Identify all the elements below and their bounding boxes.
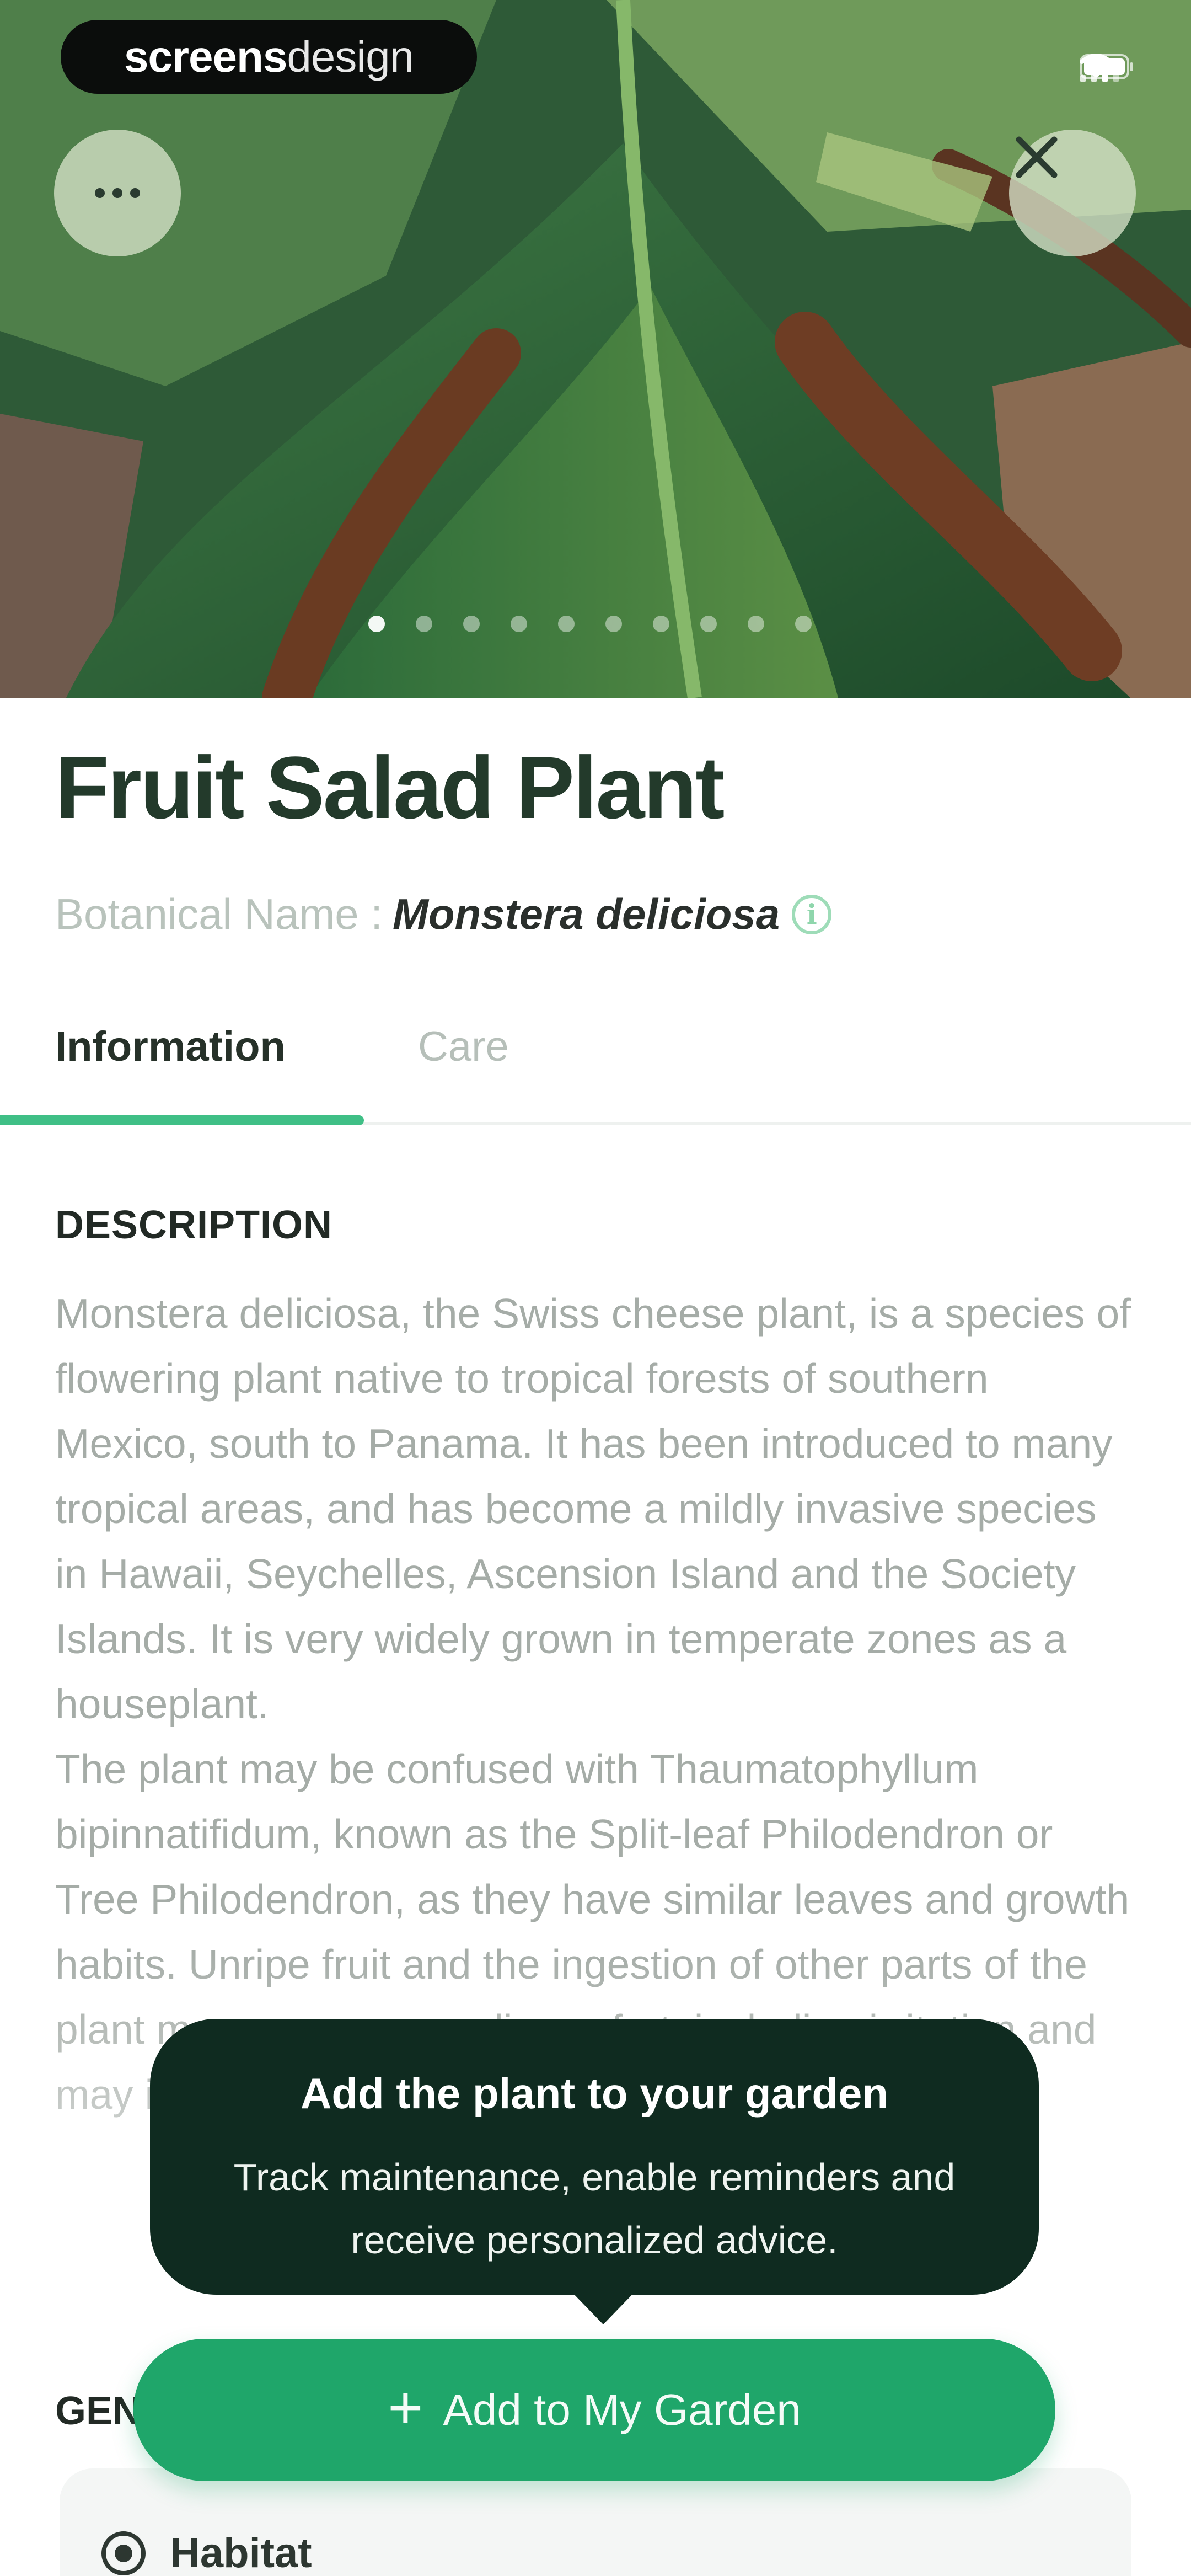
pager-dot[interactable] (605, 616, 622, 632)
add-to-garden-tooltip: Add the plant to your garden Track maint… (150, 2019, 1039, 2295)
photo-pager-dots[interactable] (368, 616, 812, 632)
status-bar (1080, 53, 1133, 86)
plant-detail-screen: screens design Fruit Salad Plant Botanic… (0, 0, 1191, 2576)
plant-photo (0, 0, 1191, 698)
habitat-label: Habitat (170, 2530, 312, 2576)
add-to-garden-label: Add to My Garden (443, 2385, 801, 2434)
botanical-name-row: Botanical Name : Monstera deliciosa i (55, 889, 832, 939)
detail-tabs: Information Care (0, 1004, 1191, 1125)
pager-dot[interactable] (700, 616, 717, 632)
close-icon (1016, 136, 1058, 178)
general-heading: GEN (55, 2389, 142, 2433)
plant-photo-carousel[interactable]: screens design (0, 0, 1191, 698)
pager-dot[interactable] (511, 616, 527, 632)
pager-dot[interactable] (795, 616, 812, 632)
tab-care[interactable]: Care (418, 1026, 509, 1068)
watermark-bold-text: screens (124, 32, 287, 81)
more-options-button[interactable] (54, 130, 181, 256)
pager-dot[interactable] (416, 616, 432, 632)
plant-common-name: Fruit Salad Plant (55, 738, 725, 837)
pager-dot[interactable] (463, 616, 480, 632)
habitat-card[interactable]: Habitat (60, 2468, 1131, 2576)
watermark-badge: screens design (61, 20, 477, 94)
info-icon[interactable]: i (792, 894, 832, 934)
more-horizontal-icon (95, 188, 140, 198)
tooltip-pointer (569, 2289, 637, 2324)
tooltip-body: Track maintenance, enable reminders and … (233, 2156, 956, 2262)
plus-icon: + (388, 2374, 423, 2441)
tab-information[interactable]: Information (55, 1026, 286, 1068)
botanical-name-label: Botanical Name : (55, 890, 383, 938)
watermark-regular-text: design (287, 32, 414, 81)
tooltip-title: Add the plant to your garden (301, 2069, 888, 2118)
description-heading: DESCRIPTION (55, 1203, 333, 1247)
habitat-row: Habitat (101, 2529, 312, 2576)
close-button[interactable] (1009, 130, 1136, 256)
description-paragraph: Monstera deliciosa, the Swiss cheese pla… (55, 1290, 1131, 1727)
add-to-garden-button[interactable]: + Add to My Garden (133, 2339, 1055, 2481)
pager-dot[interactable] (748, 616, 764, 632)
botanical-name-value: Monstera deliciosa (392, 890, 780, 938)
description-text: Monstera deliciosa, the Swiss cheese pla… (55, 1281, 1136, 2127)
habitat-globe-icon (101, 2531, 146, 2575)
pager-dot[interactable] (558, 616, 575, 632)
pager-dot[interactable] (368, 616, 385, 632)
pager-dot[interactable] (653, 616, 669, 632)
battery-icon (1080, 54, 1133, 79)
active-tab-indicator (0, 1115, 364, 1125)
